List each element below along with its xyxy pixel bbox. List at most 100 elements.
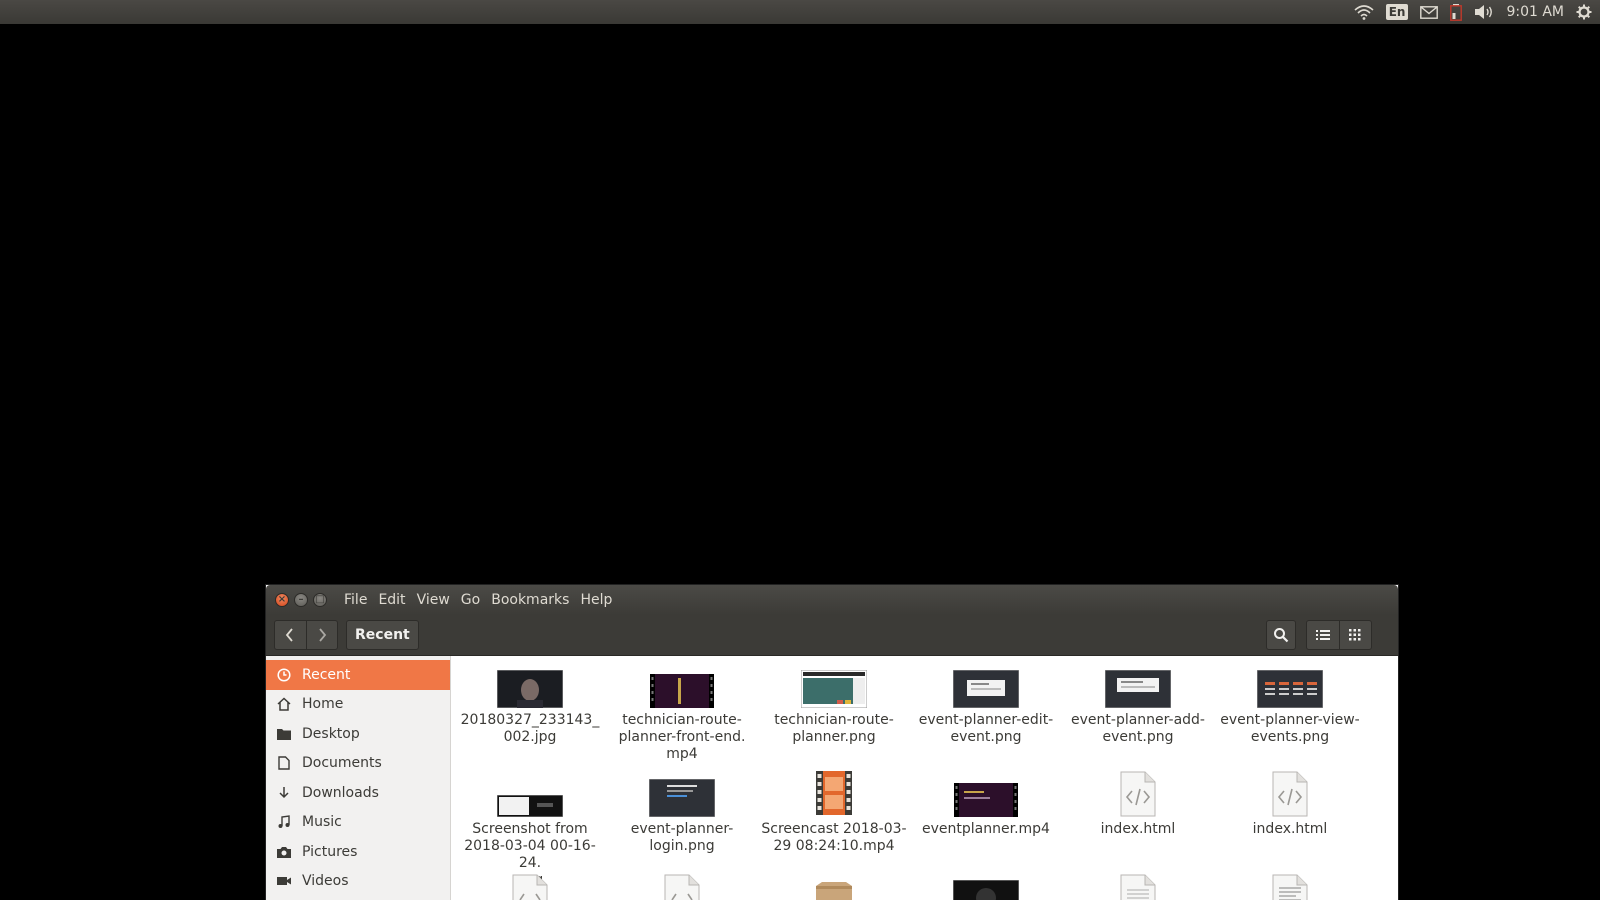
file-item[interactable]: technician-route- planner.png xyxy=(760,664,908,746)
file-name: Screencast 2018-03- 29 08:24:10.mp4 xyxy=(761,821,907,854)
keyboard-layout-indicator[interactable]: En xyxy=(1385,0,1409,24)
close-window-button[interactable]: × xyxy=(275,593,289,607)
image-thumbnail xyxy=(953,880,1019,900)
places-sidebar: Recent Home Desktop Documents Downloads … xyxy=(266,656,451,900)
file-item[interactable]: Screenshot from 2018-03-04 00-16-24. png xyxy=(456,773,604,889)
file-item[interactable]: index.html xyxy=(1064,765,1212,838)
html-file-icon xyxy=(512,874,548,900)
menu-edit[interactable]: Edit xyxy=(378,592,405,608)
title-bar[interactable]: × – □ File Edit View Go Bookmarks Help xyxy=(266,585,1398,615)
chevron-left-icon xyxy=(286,628,293,642)
sidebar-item-label: Videos xyxy=(302,873,349,890)
sidebar-item-label: Downloads xyxy=(302,784,379,801)
sidebar-item-label: Documents xyxy=(302,755,382,772)
file-item[interactable] xyxy=(608,874,756,900)
list-view-icon xyxy=(1315,630,1330,640)
minimize-window-button[interactable]: – xyxy=(294,593,308,607)
back-button[interactable] xyxy=(275,621,306,649)
battery-icon[interactable] xyxy=(1450,0,1463,24)
sidebar-item-label: Pictures xyxy=(302,843,358,860)
file-item[interactable]: 20180327_233143_ 002.jpg xyxy=(456,664,604,746)
file-name: technician-route- planner-front-end. mp4 xyxy=(618,712,746,762)
file-item[interactable] xyxy=(456,874,604,900)
image-thumbnail xyxy=(953,670,1019,708)
file-item[interactable] xyxy=(760,882,908,900)
top-panel: En 9:01 AM xyxy=(0,0,1600,24)
view-mode-buttons xyxy=(1306,620,1372,650)
sidebar-item-label: Music xyxy=(302,814,342,831)
file-item[interactable] xyxy=(1216,874,1364,900)
menu-help[interactable]: Help xyxy=(580,592,612,608)
wifi-icon[interactable] xyxy=(1354,0,1374,24)
sidebar-item-downloads[interactable]: Downloads xyxy=(266,778,450,808)
minimize-icon: – xyxy=(298,594,304,605)
location-button-recent[interactable]: Recent xyxy=(346,620,419,650)
keyboard-layout-label: En xyxy=(1385,4,1409,20)
search-button[interactable] xyxy=(1266,620,1296,650)
file-name: 20180327_233143_ 002.jpg xyxy=(460,712,600,745)
search-icon xyxy=(1274,628,1289,643)
html-file-icon xyxy=(664,874,700,900)
file-item[interactable]: technician-route- planner-front-end. mp4 xyxy=(608,664,756,763)
sidebar-item-label: Home xyxy=(302,696,344,713)
folder-icon xyxy=(266,728,302,740)
sidebar-item-videos[interactable]: Videos xyxy=(266,867,450,897)
file-name: event-planner- login.png xyxy=(630,821,734,854)
clock-label: 9:01 AM xyxy=(1506,4,1564,20)
camera-icon xyxy=(266,846,302,858)
menu-bar: File Edit View Go Bookmarks Help xyxy=(344,585,623,615)
image-thumbnail xyxy=(1257,670,1323,708)
sidebar-item-recent[interactable]: Recent xyxy=(266,660,450,690)
photo-thumbnail xyxy=(497,670,563,708)
sidebar-item-music[interactable]: Music xyxy=(266,808,450,838)
video-thumbnail xyxy=(650,674,714,708)
file-item[interactable]: event-planner-view- events.png xyxy=(1216,664,1364,746)
home-icon xyxy=(266,697,302,711)
navigation-buttons xyxy=(274,620,338,650)
clock[interactable]: 9:01 AM xyxy=(1506,0,1564,24)
file-name: event-planner-view- events.png xyxy=(1220,712,1360,745)
file-item[interactable]: event-planner-add- event.png xyxy=(1064,664,1212,746)
file-item[interactable]: event-planner-edit- event.png xyxy=(912,664,1060,746)
video-thumbnail xyxy=(954,783,1018,817)
sidebar-item-pictures[interactable]: Pictures xyxy=(266,837,450,867)
menu-go[interactable]: Go xyxy=(461,592,480,608)
file-name: index.html xyxy=(1252,821,1328,837)
file-grid: 20180327_233143_ 002.jpg technician-rout… xyxy=(452,656,1398,900)
volume-icon[interactable] xyxy=(1474,0,1494,24)
file-name: event-planner-add- event.png xyxy=(1071,712,1205,745)
music-icon xyxy=(266,815,302,829)
toolbar: Recent xyxy=(266,615,1398,656)
package-icon xyxy=(816,882,852,900)
mail-icon[interactable] xyxy=(1420,0,1439,24)
maximize-icon: □ xyxy=(315,594,325,605)
video-icon xyxy=(266,875,302,887)
html-file-icon xyxy=(1272,771,1308,817)
file-item[interactable]: Screencast 2018-03- 29 08:24:10.mp4 xyxy=(760,765,908,855)
file-item[interactable] xyxy=(1064,874,1212,900)
maximize-window-button[interactable]: □ xyxy=(313,593,327,607)
file-name: event-planner-edit- event.png xyxy=(918,712,1054,745)
menu-bookmarks[interactable]: Bookmarks xyxy=(491,592,569,608)
file-manager-window: × – □ File Edit View Go Bookmarks Help R… xyxy=(266,585,1398,900)
file-item[interactable] xyxy=(912,880,1060,900)
list-view-button[interactable] xyxy=(1307,621,1339,649)
menu-view[interactable]: View xyxy=(417,592,450,608)
sidebar-item-desktop[interactable]: Desktop xyxy=(266,719,450,749)
sidebar-item-home[interactable]: Home xyxy=(266,690,450,720)
file-item[interactable]: index.html xyxy=(1216,765,1364,838)
file-item[interactable]: eventplanner.mp4 xyxy=(912,773,1060,838)
file-item[interactable]: event-planner- login.png xyxy=(608,773,756,855)
grid-view-button[interactable] xyxy=(1338,621,1372,649)
grid-view-icon xyxy=(1349,629,1361,641)
file-name: index.html xyxy=(1100,821,1176,837)
system-gear-icon[interactable] xyxy=(1576,0,1592,24)
menu-file[interactable]: File xyxy=(344,592,367,608)
sidebar-item-documents[interactable]: Documents xyxy=(266,749,450,779)
forward-button[interactable] xyxy=(305,621,338,649)
sidebar-item-label: Desktop xyxy=(302,725,360,742)
file-name: technician-route- planner.png xyxy=(774,712,894,745)
html-file-icon xyxy=(1120,771,1156,817)
document-file-icon xyxy=(1272,874,1308,900)
image-thumbnail xyxy=(649,779,715,817)
